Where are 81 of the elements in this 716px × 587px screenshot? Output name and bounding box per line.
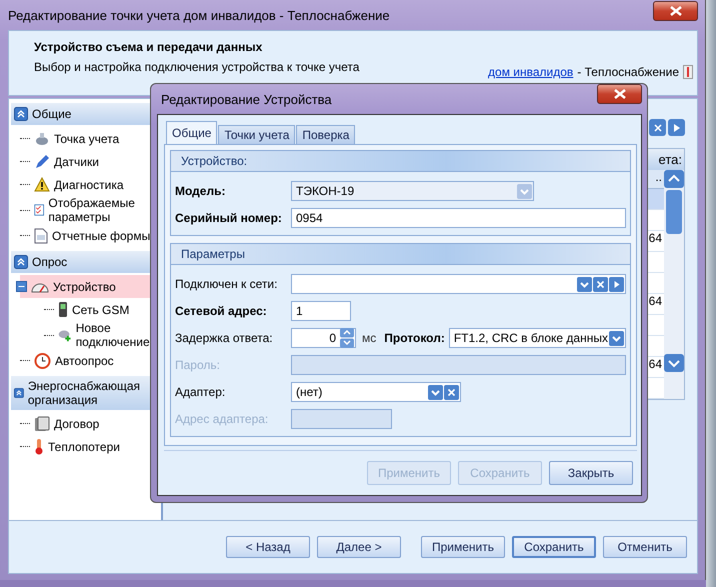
tab[interactable]: Точки учета [218,125,296,144]
close-button[interactable] [653,1,698,21]
meter-icon [34,132,50,146]
tab[interactable]: Поверка [296,125,356,144]
page-title: Устройство съема и передачи данных [34,40,262,54]
collapse-icon [14,386,24,400]
serial-field[interactable]: 0954 [291,208,626,228]
field-label: Подключен к сети: [175,277,278,291]
delay-spinner[interactable]: 0 [291,328,356,348]
dropdown-icon[interactable] [577,276,592,292]
scroll-up-icon[interactable] [664,170,684,188]
action-button[interactable]: Применить [421,536,505,558]
close-button[interactable] [597,84,642,104]
thermometer-icon [34,438,44,455]
clear-icon[interactable] [593,276,608,292]
action-button[interactable]: Сохранить [512,536,596,558]
close-icon [670,6,682,16]
clear-button[interactable] [649,119,666,136]
collapse-icon[interactable] [16,281,27,292]
tree-item[interactable]: Диагностика [20,173,161,196]
tree-item[interactable]: Датчики [20,150,161,173]
tree-item[interactable]: Сеть GSM [44,298,161,321]
document-stack-icon [34,416,50,432]
pen-icon [34,154,50,170]
document-icon [34,228,48,244]
window-title: Редактирование точки учета дом инвалидов - Теплоснабжение [8,8,390,22]
tree-item[interactable]: Новое подключение [44,321,161,349]
field-label: Сетевой адрес: [175,304,268,318]
network-dropdown[interactable] [291,274,626,294]
close-icon [654,124,662,132]
close-icon [614,89,626,99]
adapter-dropdown[interactable]: (нет) [291,382,461,402]
action-button[interactable]: Далее > [317,536,401,558]
action-button[interactable]: < Назад [226,536,310,558]
dropdown-icon [609,330,624,346]
unit-label: мс [362,331,376,345]
scrollbar-thumb[interactable] [666,190,682,234]
thermometer-icon [683,65,693,79]
field-label: Адрес адаптера: [175,412,270,426]
tree-item[interactable]: Отчетные формы [20,224,161,247]
field-label: Пароль: [175,358,221,372]
section-header: Устройство: [171,151,630,172]
next-button[interactable] [668,119,685,136]
tab[interactable]: Общие [166,121,218,144]
field-label: Протокол: [384,331,445,345]
scrollbar[interactable] [664,170,684,399]
adapter-address-field[interactable] [291,409,392,429]
alarm-clock-icon [34,352,51,369]
field-label: Модель: [175,184,226,198]
dialog-button[interactable]: Закрыть [549,461,633,485]
spinner-arrows-icon[interactable] [340,328,354,348]
password-field[interactable] [291,355,626,375]
breadcrumb-link[interactable]: дом инвалидов [488,65,574,79]
tree-item[interactable]: Точка учета [20,127,161,150]
collapse-icon [14,107,28,121]
field-label: Серийный номер: [175,211,283,225]
checklist-icon [34,202,44,218]
dropdown-icon [517,184,532,198]
field-label: Адаптер: [175,385,226,399]
clear-icon[interactable] [444,384,459,400]
tree-item[interactable]: Отображаемые параметры [20,196,161,224]
tree-item[interactable]: Договор [20,412,161,435]
warning-icon [34,177,50,192]
dropdown-icon[interactable] [428,384,443,400]
action-button[interactable]: Отменить [603,536,687,558]
mobile-phone-icon [58,301,68,318]
breadcrumb-text: - Теплоснабжение [577,65,679,79]
tree-item[interactable]: Теплопотери [20,435,161,458]
scroll-down-icon[interactable] [664,354,684,372]
tree-item[interactable]: Автоопрос [20,349,161,372]
dialog-title: Редактирование Устройства [161,92,332,106]
page-subtitle: Выбор и настройка подключения устройства к точке учета [34,60,360,74]
gauge-icon [31,280,49,292]
field-label: Задержка ответа: [175,331,274,345]
play-icon[interactable] [609,276,624,292]
protocol-dropdown[interactable]: FT1.2, CRC в блоке данных [448,328,626,348]
address-field[interactable]: 1 [291,301,351,321]
model-dropdown[interactable]: ТЭКОН-19 [291,181,534,201]
collapse-icon [14,255,28,269]
section-header: Параметры [171,244,630,265]
play-icon [673,124,680,132]
